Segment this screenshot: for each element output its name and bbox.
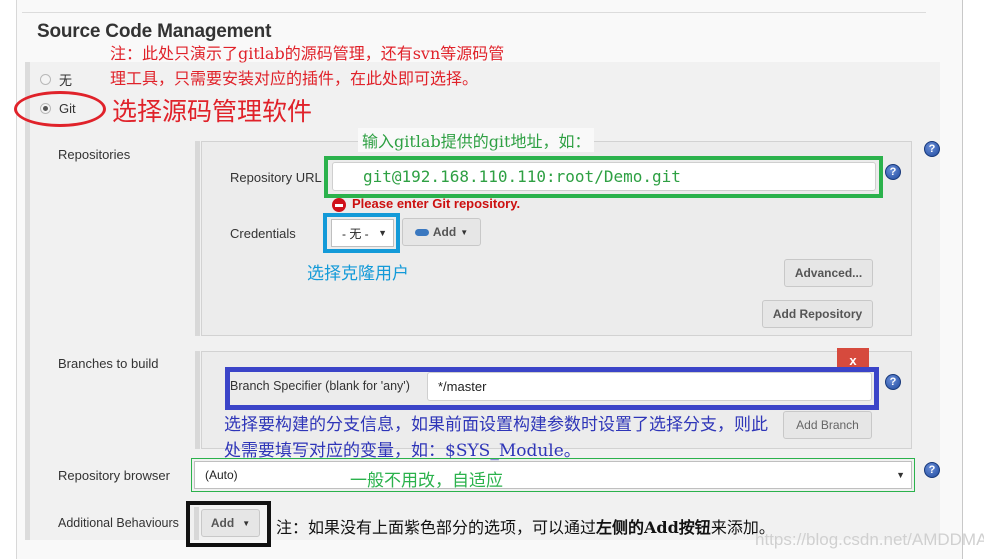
error-icon [332, 198, 346, 212]
add-branch-button[interactable]: Add Branch [783, 411, 872, 439]
repository-browser-value: (Auto) [205, 468, 238, 482]
annotation-ellipse [14, 91, 106, 127]
repository-browser-select[interactable]: (Auto) ▼ [194, 461, 912, 489]
annotation-choose-clone-user: 选择克隆用户 [307, 264, 409, 284]
branch-specifier-value: */master [438, 379, 487, 394]
dropdown-arrow-icon: ▼ [378, 228, 387, 238]
additional-behaviours-add-button[interactable]: Add ▼ [201, 509, 260, 537]
branches-label: Branches to build [58, 356, 159, 371]
annotation-branch-line1: 选择要构建的分支信息，如果前面设置构建参数时设置了选择分支，则此 [224, 415, 768, 435]
help-icon[interactable]: ? [885, 164, 901, 180]
add-repository-button[interactable]: Add Repository [762, 300, 873, 328]
additional-behaviours-label: Additional Behaviours [58, 516, 179, 530]
add-label: Add [210, 516, 235, 530]
dropdown-arrow-icon: ▼ [242, 518, 251, 528]
annotation-browser-note: 一般不用改，自适应 [350, 471, 503, 491]
credentials-label: Credentials [230, 226, 296, 241]
block-indent-bar [25, 62, 30, 540]
branch-specifier-label: Branch Specifier (blank for 'any') [230, 379, 410, 393]
repository-browser-label: Repository browser [58, 468, 170, 483]
key-icon [414, 228, 429, 236]
repository-url-input[interactable]: git@192.168.110.110:root/Demo.git [332, 162, 876, 191]
help-icon[interactable]: ? [924, 141, 940, 157]
behaviours-indent-bar [194, 507, 199, 540]
credentials-select[interactable]: - 无 - ▼ [331, 219, 394, 247]
help-icon[interactable]: ? [885, 374, 901, 390]
annotation-add-note-bold: 左侧的Add按钮 [596, 518, 711, 537]
divider [22, 12, 926, 13]
branches-indent-bar [195, 351, 200, 449]
scm-option-none[interactable]: 无 [40, 70, 72, 89]
branch-specifier-input[interactable]: */master [427, 372, 872, 401]
repositories-label: Repositories [58, 147, 131, 162]
radio-button[interactable] [40, 74, 51, 85]
section-title: Source Code Management [37, 21, 272, 42]
credentials-value: - 无 - [342, 226, 369, 241]
dropdown-arrow-icon: ▼ [460, 227, 469, 237]
repository-url-value: git@192.168.110.110:root/Demo.git [363, 167, 681, 186]
annotation-note-line2: 理工具，只需要安装对应的插件，在此处即可选择。 [110, 69, 479, 88]
repositories-indent-bar [195, 141, 200, 336]
credentials-add-button[interactable]: Add ▼ [402, 218, 481, 246]
repository-url-label: Repository URL [230, 170, 322, 185]
annotation-choose-scm: 选择源码管理软件 [112, 97, 313, 126]
credentials-add-label: Add [432, 225, 457, 239]
annotation-note-line1: 注：此处只演示了gitlab的源码管理，还有svn等源码管 [110, 44, 505, 63]
annotation-enter-url: 输入gitlab提供的git地址，如： [358, 128, 595, 152]
annotation-add-note: 注：如果没有上面紫色部分的选项，可以通过左侧的Add按钮来添加。 [276, 514, 775, 538]
dropdown-arrow-icon: ▼ [896, 470, 905, 480]
annotation-add-note-pre: 注：如果没有上面紫色部分的选项，可以通过 [276, 518, 597, 537]
watermark: https://blog.csdn.net/AMDDMA [755, 530, 984, 549]
scm-option-label: 无 [59, 73, 73, 88]
repository-url-error: Please enter Git repository. [352, 196, 521, 211]
help-icon[interactable]: ? [924, 462, 940, 478]
advanced-button[interactable]: Advanced... [784, 259, 873, 287]
